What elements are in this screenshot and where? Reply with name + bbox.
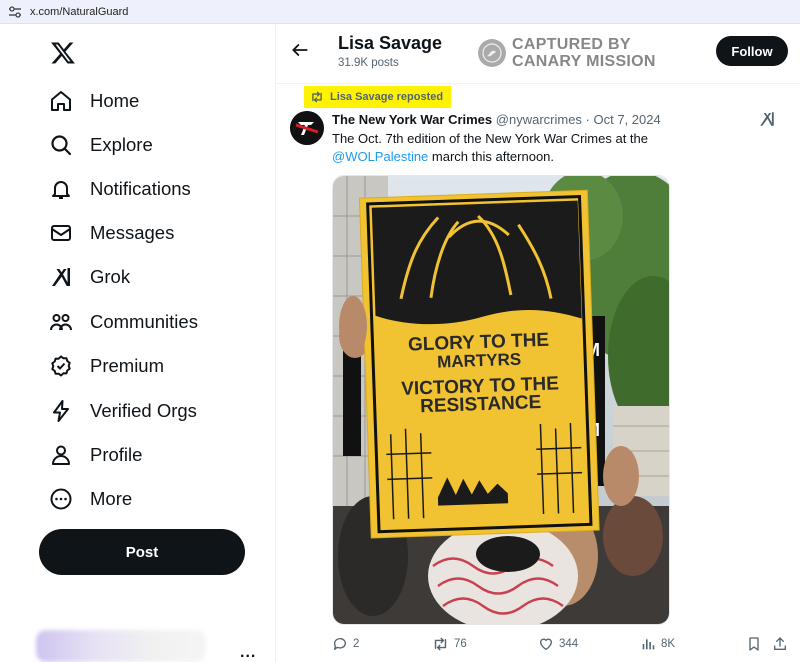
canary-mission-watermark: CAPTURED BY CANARY MISSION bbox=[478, 36, 656, 70]
x-logo-icon[interactable] bbox=[50, 40, 76, 66]
nav-communities[interactable]: Communities bbox=[48, 304, 198, 340]
bookmark-icon bbox=[749, 637, 759, 651]
repost-button[interactable]: 76 bbox=[432, 632, 467, 656]
nav-explore[interactable]: Explore bbox=[48, 127, 153, 163]
nav-premium[interactable]: Premium bbox=[48, 348, 164, 384]
search-icon bbox=[48, 132, 74, 158]
nav-label: Notifications bbox=[90, 178, 191, 199]
home-icon bbox=[48, 88, 74, 114]
more-circle-icon bbox=[48, 486, 74, 512]
nav-label: Premium bbox=[90, 355, 165, 376]
nav-label: Verified Orgs bbox=[90, 400, 197, 421]
reply-count: 2 bbox=[353, 638, 360, 650]
profile-name: Lisa Savage bbox=[338, 33, 443, 53]
nav-verified-orgs[interactable]: Verified Orgs bbox=[48, 393, 197, 429]
poster-line-4: RESISTANCE bbox=[420, 392, 542, 417]
nav-label: Communities bbox=[90, 311, 198, 332]
grok-explain-icon[interactable] bbox=[758, 110, 780, 128]
nav-grok[interactable]: Grok bbox=[48, 259, 130, 295]
header-separator: · bbox=[581, 112, 594, 127]
tweet-header: The New York War Crimes @nywarcrimes · O… bbox=[332, 112, 661, 127]
nav-home[interactable]: Home bbox=[48, 83, 139, 119]
repost-count: 76 bbox=[454, 638, 467, 650]
like-button[interactable]: 344 bbox=[538, 632, 578, 656]
post-button[interactable]: Post bbox=[39, 529, 245, 575]
nav-label: Home bbox=[90, 90, 140, 111]
url-text[interactable]: x.com/NaturalGuard bbox=[30, 6, 128, 18]
author-name[interactable]: The New York War Crimes bbox=[332, 112, 492, 127]
reply-icon bbox=[333, 638, 346, 650]
nav-profile[interactable]: Profile bbox=[48, 437, 142, 473]
canary-seal-icon bbox=[478, 39, 506, 67]
left-sidebar: Home Explore Notifications Messages Grok… bbox=[0, 24, 276, 662]
like-count: 344 bbox=[559, 638, 579, 650]
bookmark-button[interactable] bbox=[746, 632, 762, 656]
share-icon bbox=[774, 637, 786, 650]
site-settings-icon[interactable] bbox=[8, 5, 22, 18]
nav-label: Explore bbox=[90, 134, 153, 155]
nav-label: More bbox=[90, 488, 133, 509]
repost-label: Lisa Savage reposted bbox=[330, 91, 444, 103]
tweet-date[interactable]: Oct 7, 2024 bbox=[594, 112, 661, 127]
nav-messages[interactable]: Messages bbox=[48, 215, 174, 251]
poster-line-2: MARTYRS bbox=[437, 350, 522, 372]
verified-badge-icon bbox=[48, 353, 74, 379]
author-handle[interactable]: @nywarcrimes bbox=[496, 112, 582, 127]
lightning-icon bbox=[48, 398, 74, 424]
repost-indicator: Lisa Savage reposted bbox=[304, 86, 452, 108]
watermark-line2: CANARY MISSION bbox=[512, 53, 656, 70]
nav-more[interactable]: More bbox=[48, 481, 132, 517]
grok-icon bbox=[48, 264, 74, 290]
views-button[interactable]: 8K bbox=[640, 632, 675, 656]
repost-small-icon bbox=[312, 91, 322, 103]
browser-url-bar[interactable]: x.com/NaturalGuard bbox=[0, 0, 800, 24]
posts-count: 31.9K posts bbox=[338, 57, 399, 69]
account-switcher-blurred[interactable] bbox=[36, 630, 206, 662]
person-icon bbox=[48, 442, 74, 468]
nav-label: Messages bbox=[90, 222, 175, 243]
views-icon bbox=[642, 639, 655, 650]
profile-header: Lisa Savage 31.9K posts CAPTURED BY CANA… bbox=[276, 24, 800, 84]
bell-icon bbox=[48, 176, 74, 202]
author-avatar[interactable] bbox=[290, 111, 324, 145]
nav-notifications[interactable]: Notifications bbox=[48, 171, 191, 207]
reply-button[interactable]: 2 bbox=[332, 632, 359, 656]
back-arrow-icon[interactable] bbox=[290, 40, 310, 60]
people-icon bbox=[48, 309, 74, 335]
heart-icon bbox=[540, 638, 552, 650]
views-count: 8K bbox=[661, 638, 676, 650]
tweet-text: The Oct. 7th edition of the New York War… bbox=[332, 131, 648, 164]
nav-label: Profile bbox=[90, 444, 143, 465]
watermark-line1: CAPTURED BY bbox=[512, 36, 631, 53]
nav-label: Grok bbox=[90, 266, 131, 287]
main-column: Lisa Savage 31.9K posts CAPTURED BY CANA… bbox=[276, 24, 800, 662]
mention-link[interactable]: @WOLPalestine bbox=[332, 149, 428, 164]
tweet-image[interactable]: M M bbox=[332, 175, 670, 625]
share-button[interactable] bbox=[772, 632, 788, 656]
envelope-icon bbox=[48, 220, 74, 246]
repost-icon bbox=[434, 637, 447, 651]
follow-button[interactable]: Follow bbox=[716, 36, 788, 66]
tweet-actions: 2 76 344 8K bbox=[332, 632, 792, 656]
account-more-icon[interactable]: ... bbox=[240, 644, 256, 662]
